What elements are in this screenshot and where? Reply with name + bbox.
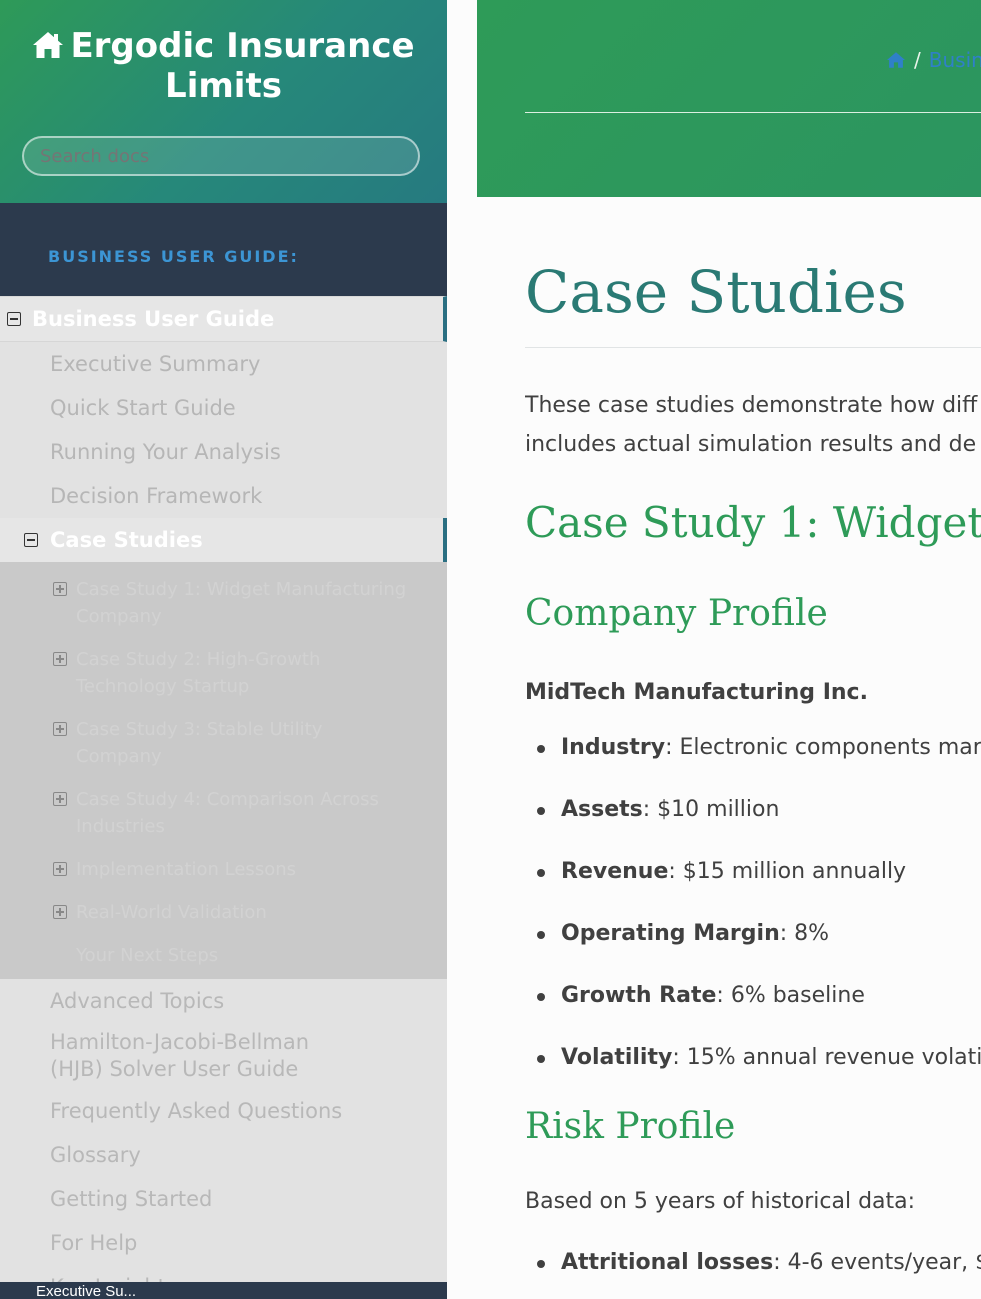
nav-item-for-help[interactable]: For Help	[0, 1221, 447, 1265]
nav-current-label: Case Studies	[50, 528, 203, 552]
nav-subitem-implementation-lessons[interactable]: Implementation Lessons	[0, 848, 447, 891]
intro-line: includes actual simulation results and d…	[525, 432, 977, 457]
nav-item-running-your-analysis[interactable]: Running Your Analysis	[0, 430, 447, 474]
nav-item-faq[interactable]: Frequently Asked Questions	[0, 1089, 447, 1133]
sidebar: Ergodic Insurance Limits BUSINESS USER G…	[0, 0, 447, 1299]
sidebar-footer-next-section[interactable]: Executive Su...	[0, 1282, 447, 1299]
expand-icon[interactable]	[53, 652, 67, 666]
fact-value: : 8%	[779, 921, 830, 946]
list-item: Industry: Electronic components mar	[525, 733, 981, 763]
home-icon	[32, 30, 64, 68]
risk-label: Attritional losses	[561, 1250, 774, 1275]
breadcrumb: / Busin	[886, 48, 981, 74]
list-item: Attritional losses: 4-6 events/year, $1	[525, 1248, 981, 1278]
expand-icon[interactable]	[53, 582, 67, 596]
breadcrumb-divider	[525, 112, 981, 113]
company-profile-heading: Company Profile	[525, 593, 828, 634]
collapse-icon[interactable]	[24, 533, 38, 547]
nav-section-label: Business User Guide	[32, 307, 275, 331]
risk-value: : 4-6 events/year, $1	[773, 1250, 981, 1275]
list-item: Operating Margin: 8%	[525, 919, 981, 949]
sidebar-header: Ergodic Insurance Limits	[0, 0, 447, 203]
nav-subitems: Case Study 1: Widget Manufacturing Compa…	[0, 562, 447, 979]
nav-subitem-label: Case Study 4: Comparison Across Industri…	[76, 789, 379, 837]
nav-subitem-your-next-steps[interactable]: Your Next Steps	[0, 934, 447, 977]
nav-subitem-label: Real-World Validation	[76, 902, 267, 923]
nav-subitem-label: Case Study 1: Widget Manufacturing Compa…	[76, 579, 407, 627]
company-name: MidTech Manufacturing Inc.	[525, 680, 868, 705]
fact-label: Revenue	[561, 859, 669, 884]
content-topbar	[477, 0, 981, 197]
brand-link[interactable]: Ergodic Insurance Limits	[0, 0, 447, 105]
list-item: Revenue: $15 million annually	[525, 857, 981, 887]
expand-icon[interactable]	[53, 792, 67, 806]
nav-item-quick-start-guide[interactable]: Quick Start Guide	[0, 386, 447, 430]
nav-subitem-case-study-1[interactable]: Case Study 1: Widget Manufacturing Compa…	[0, 568, 447, 638]
nav-item-decision-framework[interactable]: Decision Framework	[0, 474, 447, 518]
nav-subitem-label: Case Study 3: Stable Utility Company	[76, 719, 323, 767]
nav-subitem-real-world-validation[interactable]: Real-World Validation	[0, 891, 447, 934]
main-content: Case Studies These case studies demonstr…	[525, 197, 981, 1299]
fact-label: Assets	[561, 797, 643, 822]
breadcrumb-link[interactable]: Busin	[929, 48, 981, 72]
nav-item-advanced-topics[interactable]: Advanced Topics	[0, 979, 447, 1023]
risk-intro: Based on 5 years of historical data:	[525, 1189, 916, 1214]
nav-subitem-case-study-4[interactable]: Case Study 4: Comparison Across Industri…	[0, 778, 447, 848]
company-facts-list: Industry: Electronic components mar Asse…	[525, 733, 981, 1073]
fact-value: : 15% annual revenue volatil	[672, 1045, 981, 1070]
expand-icon[interactable]	[53, 722, 67, 736]
nav-section-business-user-guide[interactable]: Business User Guide	[0, 296, 447, 342]
fact-value: : $10 million	[642, 797, 780, 822]
fact-value: : 6% baseline	[716, 983, 865, 1008]
nav-item-hjb-solver-guide[interactable]: Hamilton-Jacobi-Bellman (HJB) Solver Use…	[0, 1023, 447, 1089]
fact-value: : Electronic components mar	[665, 735, 981, 760]
nav-caption: BUSINESS USER GUIDE:	[0, 203, 447, 296]
nav-subitem-label: Case Study 2: High-Growth Technology Sta…	[76, 649, 321, 697]
list-item: Growth Rate: 6% baseline	[525, 981, 981, 1011]
title-divider	[525, 347, 981, 348]
nav-item-glossary[interactable]: Glossary	[0, 1133, 447, 1177]
list-item: Volatility: 15% annual revenue volatil	[525, 1043, 981, 1073]
case-study-1-heading: Case Study 1: Widget M	[525, 498, 981, 547]
brand-title: Ergodic Insurance Limits	[70, 26, 415, 106]
intro-paragraph: These case studies demonstrate how diff i…	[525, 386, 981, 464]
nav-tree: Business User Guide Executive Summary Qu…	[0, 296, 447, 1299]
nav-subitem-case-study-3[interactable]: Case Study 3: Stable Utility Company	[0, 708, 447, 778]
list-item: Assets: $10 million	[525, 795, 981, 825]
nav-item-getting-started[interactable]: Getting Started	[0, 1177, 447, 1221]
risk-list: Attritional losses: 4-6 events/year, $1	[525, 1248, 981, 1278]
nav-item-executive-summary[interactable]: Executive Summary	[0, 342, 447, 386]
risk-profile-heading: Risk Profile	[525, 1106, 736, 1147]
nav-subitem-label: Your Next Steps	[76, 945, 219, 966]
fact-label: Industry	[561, 735, 666, 760]
breadcrumb-separator: /	[914, 48, 921, 72]
fact-label: Growth Rate	[561, 983, 717, 1008]
home-icon[interactable]	[886, 50, 906, 74]
fact-label: Volatility	[561, 1045, 673, 1070]
fact-label: Operating Margin	[561, 921, 780, 946]
expand-icon[interactable]	[53, 862, 67, 876]
nav-subitem-case-study-2[interactable]: Case Study 2: High-Growth Technology Sta…	[0, 638, 447, 708]
fact-value: : $15 million annually	[668, 859, 907, 884]
nav-item-case-studies[interactable]: Case Studies	[0, 518, 447, 562]
nav-subitem-label: Implementation Lessons	[76, 859, 296, 880]
expand-icon[interactable]	[53, 905, 67, 919]
page-title: Case Studies	[525, 258, 907, 326]
intro-line: These case studies demonstrate how diff	[525, 393, 978, 418]
collapse-icon[interactable]	[7, 312, 21, 326]
search-input[interactable]	[22, 136, 420, 176]
